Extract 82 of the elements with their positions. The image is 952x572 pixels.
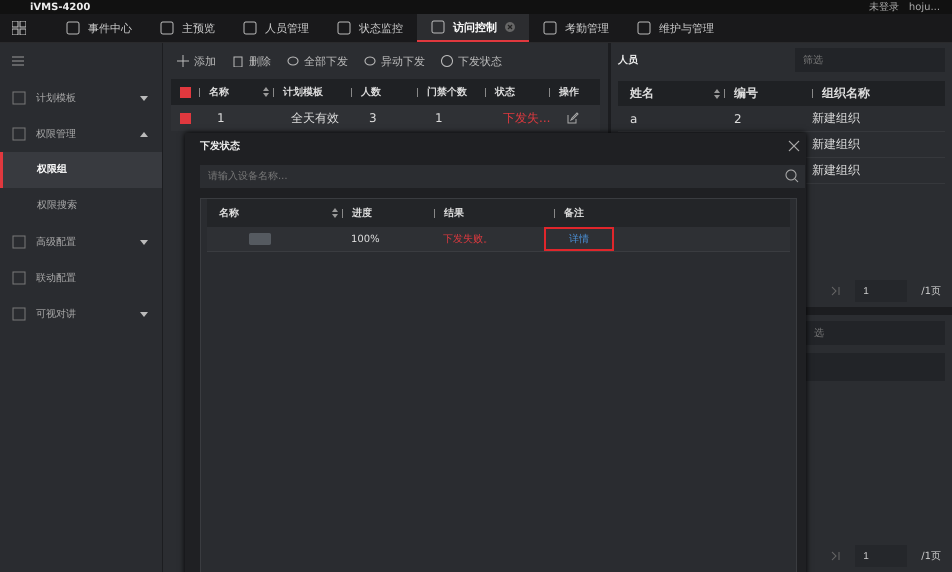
square-icon — [431, 20, 445, 34]
column-header: 备注 — [564, 206, 584, 220]
page-total: /1页 — [921, 285, 941, 298]
page-field[interactable]: 1 — [855, 545, 908, 567]
square-icon — [12, 307, 26, 321]
panel-title: 人员 — [618, 54, 638, 67]
table-cell: 3 — [369, 111, 377, 125]
square-icon — [160, 21, 174, 35]
toolbar-button[interactable]: 全部下发 — [281, 54, 354, 68]
square-icon — [243, 21, 257, 35]
app-title: iVMS-4200 — [30, 2, 92, 12]
last-page-icon[interactable] — [831, 286, 842, 296]
square-icon — [66, 21, 80, 35]
details-link[interactable]: 详情 — [544, 227, 614, 251]
table-cell: 新建组织 — [812, 110, 860, 127]
square-icon — [12, 271, 26, 285]
table-cell: 1 — [217, 111, 225, 125]
square-icon — [12, 235, 26, 249]
column-header: 结果 — [444, 206, 464, 220]
sidebar-item[interactable]: 计划模板 — [0, 80, 162, 116]
column-header: 门禁个数 — [427, 85, 467, 99]
nav-tab[interactable]: 人员管理 — [229, 14, 323, 42]
status-text: 下发失... — [503, 110, 550, 126]
blurred-device-name — [249, 233, 271, 245]
sidebar-item[interactable]: 联动配置 — [0, 260, 162, 296]
toolbar-button[interactable]: 添加 — [171, 54, 222, 68]
sidebar-item[interactable]: 权限管理 — [0, 116, 162, 152]
table-cell: 新建组织 — [812, 162, 860, 179]
column-header: 组织名称 — [822, 85, 870, 102]
search-field[interactable]: 请输入设备名称... — [200, 165, 805, 188]
table-cell: a — [630, 112, 638, 126]
plus-icon — [177, 55, 189, 67]
nav-tab[interactable]: 访问控制 — [417, 14, 529, 42]
table-cell: 全天有效 — [291, 110, 339, 126]
dialog-title: 下发状态 — [200, 140, 240, 153]
column-header: 名称 — [219, 206, 239, 220]
column-header: 人数 — [361, 86, 381, 99]
search-icon[interactable] — [785, 169, 799, 183]
square-icon — [637, 21, 651, 35]
nav-tab[interactable]: 考勤管理 — [529, 14, 623, 42]
toolbar-button[interactable]: 删除 — [226, 54, 277, 68]
grid-icon[interactable] — [12, 21, 26, 35]
edit-icon[interactable] — [567, 112, 579, 124]
nav-tab[interactable]: 主预览 — [146, 14, 229, 42]
menu-icon[interactable] — [12, 56, 24, 66]
sort-icon[interactable] — [263, 86, 269, 98]
column-header: 进度 — [352, 206, 372, 220]
table-cell: 1 — [435, 111, 443, 125]
filter-field[interactable]: 筛选 — [795, 48, 945, 72]
sidebar-subitem[interactable]: 权限组 — [0, 152, 162, 188]
nav-tab[interactable]: 状态监控 — [323, 14, 417, 42]
nav-tab[interactable]: 事件中心 — [52, 14, 146, 42]
user-name[interactable]: hoju... — [908, 2, 940, 12]
column-header: 状态 — [495, 86, 515, 99]
sidebar-item[interactable]: 可视对讲 — [0, 296, 162, 332]
sort-icon[interactable] — [714, 88, 720, 100]
toolbar-button[interactable]: 异动下发 — [358, 54, 431, 68]
column-header: 编号 — [734, 85, 758, 102]
table-cell: 新建组织 — [812, 136, 860, 153]
login-status[interactable]: 未登录 — [868, 0, 899, 14]
sort-icon[interactable] — [332, 207, 338, 219]
column-header: 计划模板 — [283, 86, 323, 99]
last-page-icon[interactable] — [831, 551, 842, 561]
close-icon[interactable] — [788, 140, 800, 152]
table-cell: 2 — [734, 112, 742, 126]
page-total: /1页 — [921, 550, 941, 563]
select-all-checkbox[interactable] — [180, 86, 190, 98]
nav-tab[interactable]: 维护与管理 — [623, 14, 728, 42]
page-field[interactable]: 1 — [855, 280, 908, 302]
square-icon — [12, 91, 26, 105]
table-cell: 100% — [351, 234, 380, 244]
toolbar-button[interactable]: 下发状态 — [435, 54, 508, 68]
column-header: 操作 — [559, 86, 579, 99]
square-icon — [543, 21, 557, 35]
result-text: 下发失败。 — [443, 232, 493, 246]
square-icon — [337, 21, 351, 35]
column-header: 名称 — [209, 86, 229, 99]
row-checkbox[interactable] — [180, 112, 190, 124]
sidebar-item[interactable]: 高级配置 — [0, 224, 162, 260]
sidebar-subitem[interactable]: 权限搜索 — [0, 188, 162, 224]
column-header: 姓名 — [630, 85, 654, 102]
square-icon — [12, 127, 26, 141]
